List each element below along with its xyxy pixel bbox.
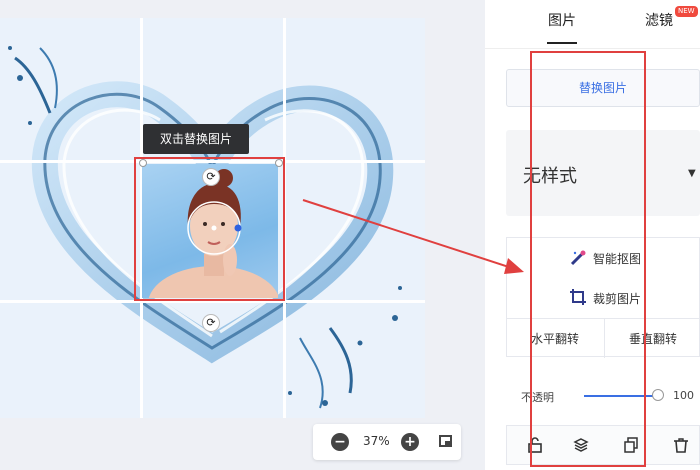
rotate-icon[interactable]: ⟳ bbox=[202, 168, 220, 186]
new-badge: NEW bbox=[675, 6, 698, 17]
zoom-level: 37% bbox=[363, 434, 390, 448]
annotation-highlight-box bbox=[530, 51, 646, 467]
caret-down-icon: ▼ bbox=[688, 168, 696, 179]
opacity-slider-thumb[interactable] bbox=[652, 389, 664, 401]
fit-screen-icon[interactable] bbox=[439, 435, 452, 447]
zoom-in-button[interactable]: + bbox=[401, 433, 419, 451]
opacity-value: 100 bbox=[673, 389, 694, 402]
zoom-out-button[interactable]: − bbox=[331, 433, 349, 451]
tab-image[interactable]: 图片 bbox=[548, 10, 576, 30]
divider bbox=[485, 48, 700, 49]
active-tab-indicator bbox=[547, 42, 577, 44]
tab-filter[interactable]: 滤镜 bbox=[645, 10, 673, 30]
resize-handle[interactable] bbox=[275, 159, 283, 167]
delete-icon[interactable] bbox=[673, 437, 689, 453]
resize-handle[interactable] bbox=[139, 159, 147, 167]
zoom-toolbar: − 37% + bbox=[313, 424, 461, 460]
rotate-icon[interactable]: ⟳ bbox=[202, 314, 220, 332]
replace-image-tooltip: 双击替换图片 bbox=[143, 124, 249, 154]
